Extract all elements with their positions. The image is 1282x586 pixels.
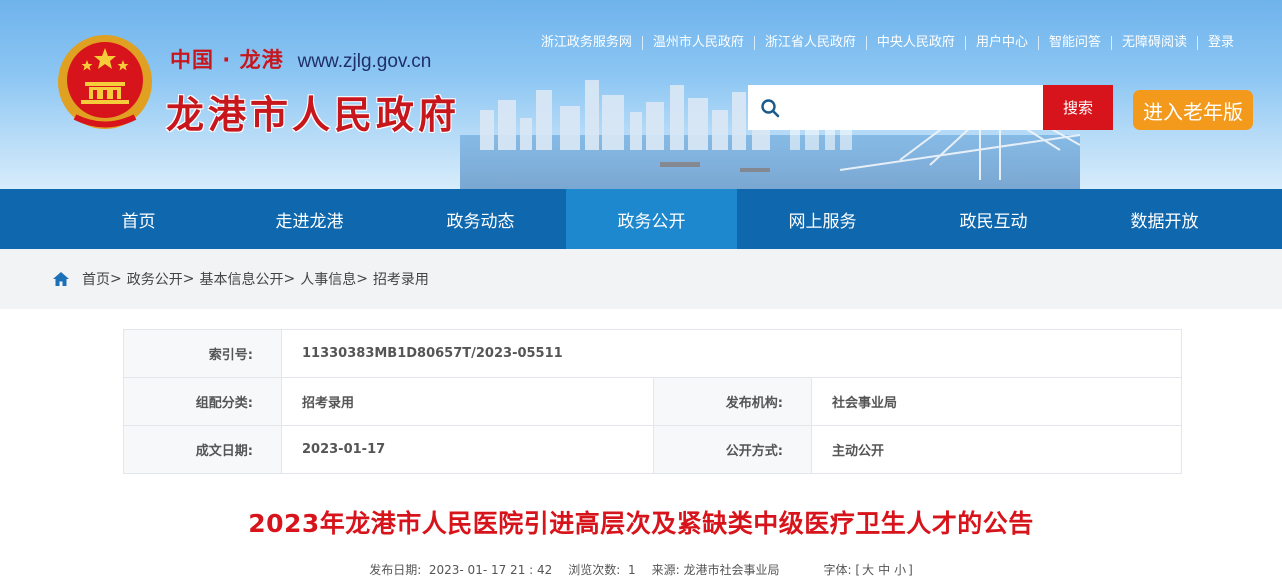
font-small-button[interactable]: 小 <box>894 563 906 577</box>
publish-value: 2023- 01- 17 21 : 42 <box>428 563 553 577</box>
top-link-smart-qa[interactable]: 智能问答 <box>1037 36 1111 50</box>
breadcrumb: 首页 > 政务公开 > 基本信息公开 > 人事信息 > 招考录用 <box>52 269 429 289</box>
font-size-control: 字体: [大中小] <box>824 561 913 578</box>
breadcrumb-separator: > <box>283 271 296 287</box>
top-link-accessibility[interactable]: 无障碍阅读 <box>1110 36 1197 50</box>
meta-open-label: 公开方式: <box>653 425 812 474</box>
meta-org-label: 发布机构: <box>653 377 812 426</box>
article-title: 2023年龙港市人民医院引进高层次及紧缺类中级医疗卫生人才的公告 <box>248 509 1034 538</box>
top-link-zhejiang[interactable]: 浙江省人民政府 <box>753 36 866 50</box>
top-link-zjzwfw[interactable]: 浙江政务服务网 <box>531 36 642 50</box>
source-value: 龙港市社会事业局 <box>683 563 780 577</box>
meta-index-value: 11330383MB1D80657T/2023-05511 <box>281 329 1182 378</box>
national-emblem-icon <box>58 35 152 129</box>
font-large-button[interactable]: 大 <box>862 563 874 577</box>
nav-item-open-data[interactable]: 数据开放 <box>1079 189 1250 249</box>
nav-item-news[interactable]: 政务动态 <box>395 189 566 249</box>
elder-mode-button[interactable]: 进入老年版 <box>1133 90 1253 130</box>
source-label: 来源: <box>651 563 680 577</box>
home-icon[interactable] <box>52 270 70 288</box>
top-link-login[interactable]: 登录 <box>1196 36 1244 50</box>
site-url[interactable]: www.zjlg.gov.cn <box>298 51 432 73</box>
article-info: 发布日期: 2023- 01- 17 21 : 42 浏览次数: 1 来源: 龙… <box>0 561 1282 578</box>
meta-category-label: 组配分类: <box>123 377 282 426</box>
site-identity: 中国 · 龙港 www.zjlg.gov.cn <box>170 44 431 76</box>
search-button[interactable]: 搜索 <box>1043 85 1113 130</box>
breadcrumb-gov-open[interactable]: 政务公开 <box>127 269 183 289</box>
meta-row-date: 成文日期: 2023-01-17 公开方式: 主动公开 <box>123 425 1182 474</box>
breadcrumb-home[interactable]: 首页 <box>82 269 110 289</box>
views-value: 1 <box>627 563 636 577</box>
breadcrumb-recruitment[interactable]: 招考录用 <box>373 269 429 289</box>
meta-row-index: 索引号: 11330383MB1D80657T/2023-05511 <box>123 329 1182 378</box>
meta-open-value: 主动公开 <box>811 425 1182 474</box>
meta-date-value: 2023-01-17 <box>281 425 654 474</box>
meta-date-label: 成文日期: <box>123 425 282 474</box>
nav-item-gov-open[interactable]: 政务公开 <box>566 189 737 249</box>
publish-label: 发布日期: <box>369 563 422 577</box>
search-input[interactable] <box>792 85 1042 130</box>
nav-item-about[interactable]: 走进龙港 <box>224 189 395 249</box>
nav-item-interaction[interactable]: 政民互动 <box>908 189 1079 249</box>
breadcrumb-separator: > <box>110 271 122 287</box>
search-icon[interactable] <box>748 85 792 130</box>
breadcrumb-bar: 首页 > 政务公开 > 基本信息公开 > 人事信息 > 招考录用 <box>0 249 1282 309</box>
font-medium-button[interactable]: 中 <box>878 563 890 577</box>
document-meta-table: 索引号: 11330383MB1D80657T/2023-05511 组配分类:… <box>123 329 1182 474</box>
meta-category-value: 招考录用 <box>281 377 654 426</box>
meta-row-category: 组配分类: 招考录用 发布机构: 社会事业局 <box>123 377 1182 426</box>
main-nav: 首页 走进龙港 政务动态 政务公开 网上服务 政民互动 数据开放 <box>0 189 1282 249</box>
font-bracket-close: ] <box>908 563 913 577</box>
search-box <box>748 85 1043 130</box>
breadcrumb-separator: > <box>356 271 368 287</box>
nav-item-home[interactable]: 首页 <box>53 189 224 249</box>
font-label: 字体: <box>823 563 852 577</box>
font-bracket-open: [ <box>855 563 861 577</box>
meta-index-label: 索引号: <box>123 329 282 378</box>
views-label: 浏览次数: <box>568 563 621 577</box>
breadcrumb-basic-info[interactable]: 基本信息公开 <box>199 269 283 289</box>
nav-item-online-service[interactable]: 网上服务 <box>737 189 908 249</box>
top-link-central[interactable]: 中央人民政府 <box>865 36 965 50</box>
publish-date: 发布日期: 2023- 01- 17 21 : 42 <box>369 561 552 578</box>
article-source: 来源: 龙港市社会事业局 <box>652 561 780 578</box>
site-title[interactable]: 龙港市人民政府 <box>166 84 460 139</box>
top-link-user-center[interactable]: 用户中心 <box>964 36 1038 50</box>
search-bar: 搜索 <box>748 85 1113 130</box>
site-cn-name: 中国 · 龙港 <box>170 48 284 72</box>
breadcrumb-personnel[interactable]: 人事信息 <box>300 269 356 289</box>
breadcrumb-separator: > <box>182 271 195 287</box>
view-count: 浏览次数: 1 <box>568 561 635 578</box>
top-link-wenzhou[interactable]: 温州市人民政府 <box>641 36 754 50</box>
site-header: 中国 · 龙港 www.zjlg.gov.cn 龙港市人民政府 浙江政务服务网 … <box>0 0 1282 189</box>
meta-org-value: 社会事业局 <box>811 377 1182 426</box>
top-links: 浙江政务服务网 温州市人民政府 浙江省人民政府 中央人民政府 用户中心 智能问答… <box>531 36 1244 50</box>
